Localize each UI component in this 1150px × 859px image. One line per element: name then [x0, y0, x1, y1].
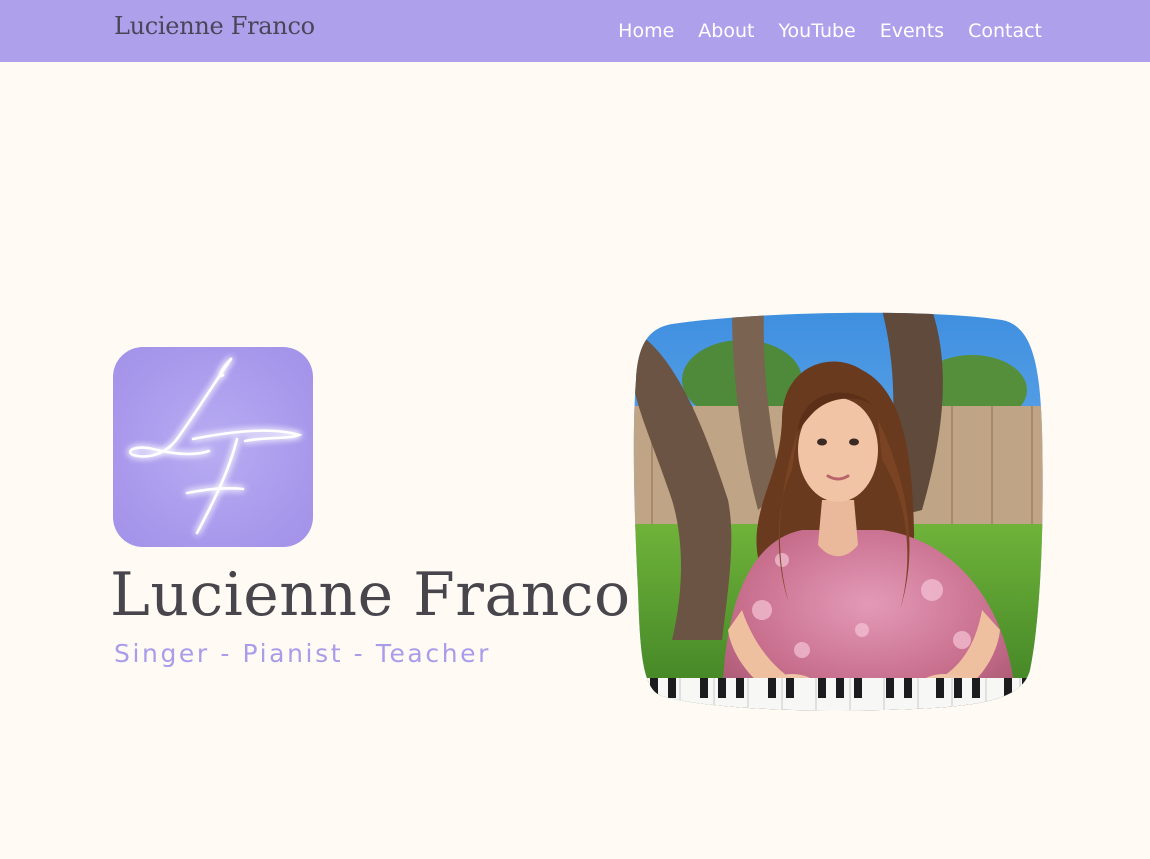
lf-monogram-icon [113, 347, 313, 547]
hero-tagline: Singer - Pianist - Teacher [114, 639, 491, 668]
top-navbar: Lucienne Franco Home About YouTube Event… [0, 0, 1150, 62]
nav-events-link[interactable]: Events [880, 20, 944, 42]
nav-contact-link[interactable]: Contact [968, 20, 1042, 42]
hero-name: Lucienne Franco [110, 560, 631, 630]
nav-home-link[interactable]: Home [618, 20, 674, 42]
nav-youtube-link[interactable]: YouTube [778, 20, 855, 42]
nav-menu: Home About YouTube Events Contact [618, 0, 1042, 62]
brand-link[interactable]: Lucienne Franco [114, 12, 315, 40]
portrait-photo [632, 310, 1044, 715]
nav-about-link[interactable]: About [698, 20, 754, 42]
